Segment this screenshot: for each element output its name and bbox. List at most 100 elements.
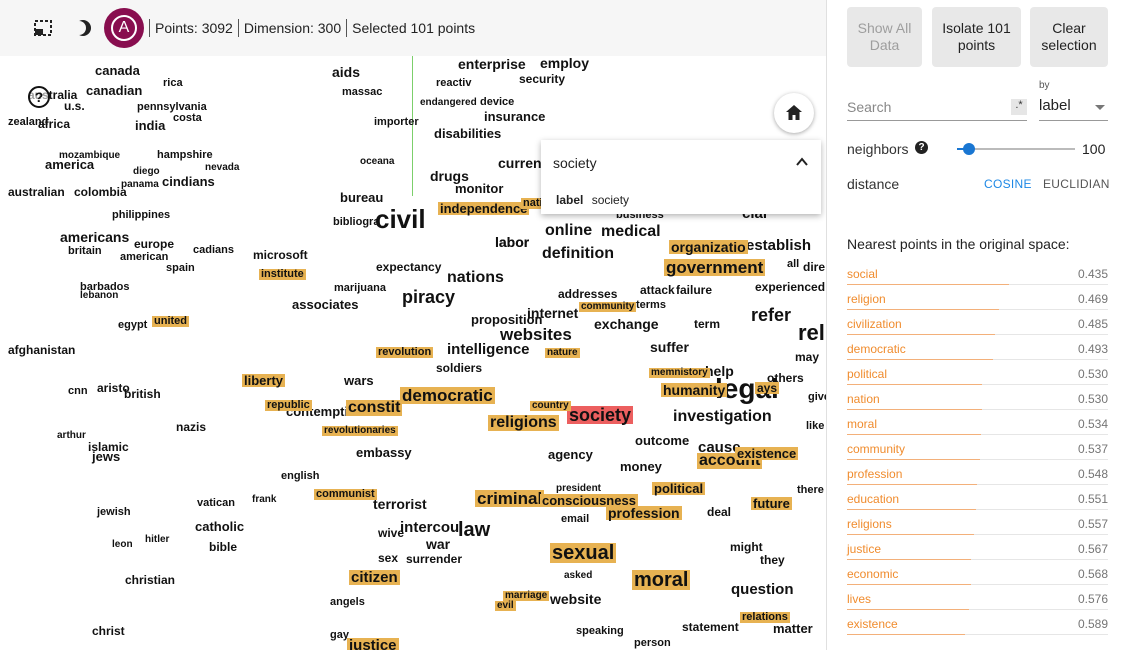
point-label[interactable]: aids: [332, 65, 360, 79]
point-label[interactable]: reactiv: [436, 78, 471, 89]
point-label[interactable]: religions: [488, 415, 559, 431]
point-label[interactable]: law: [458, 520, 490, 540]
point-label[interactable]: labor: [495, 235, 529, 249]
point-label[interactable]: soldiers: [436, 362, 482, 374]
point-label[interactable]: outcome: [635, 434, 689, 447]
point-label[interactable]: americans: [60, 230, 129, 244]
point-label[interactable]: bureau: [340, 191, 383, 204]
point-label[interactable]: american: [120, 252, 168, 263]
point-label[interactable]: leon: [112, 540, 133, 550]
point-label[interactable]: cadians: [193, 245, 234, 256]
search-suggestion[interactable]: label society: [556, 193, 629, 207]
point-label[interactable]: intercou: [400, 520, 459, 535]
nearest-point-row[interactable]: civilization 0.485: [847, 313, 1108, 338]
point-label[interactable]: exchange: [594, 317, 659, 331]
point-label[interactable]: there: [797, 485, 824, 496]
point-label[interactable]: wars: [344, 374, 374, 387]
nearest-point-row[interactable]: existence 0.589: [847, 613, 1108, 638]
point-label[interactable]: philippines: [112, 210, 170, 221]
nearest-point-label[interactable]: civilization: [847, 317, 902, 331]
point-label[interactable]: america: [45, 158, 94, 171]
point-label[interactable]: establish: [746, 238, 811, 253]
slider-thumb[interactable]: [963, 143, 975, 155]
point-label[interactable]: expectancy: [376, 261, 441, 273]
point-label[interactable]: rica: [163, 78, 183, 89]
point-label[interactable]: colombia: [74, 186, 127, 198]
point-label[interactable]: employ: [540, 56, 589, 70]
point-label[interactable]: term: [694, 318, 720, 330]
point-label[interactable]: independence: [438, 202, 530, 215]
point-label[interactable]: diego: [133, 167, 160, 177]
clear-selection-button[interactable]: Clear selection: [1030, 7, 1108, 67]
point-label[interactable]: catholic: [195, 520, 244, 533]
nearest-point-label[interactable]: nation: [847, 392, 880, 406]
point-label[interactable]: christ: [92, 625, 125, 637]
point-label[interactable]: constit: [346, 400, 403, 416]
nearest-point-row[interactable]: religion 0.469: [847, 288, 1108, 313]
point-label[interactable]: criminal: [475, 490, 545, 507]
point-label[interactable]: justice: [347, 638, 399, 650]
point-label[interactable]: communist: [314, 489, 377, 500]
nearest-point-label[interactable]: community: [847, 442, 905, 456]
point-label[interactable]: jews: [92, 450, 120, 463]
nearest-point-label[interactable]: political: [847, 367, 887, 381]
point-label[interactable]: political: [652, 482, 706, 495]
label-by-select[interactable]: label: [1039, 97, 1108, 121]
nearest-point-row[interactable]: community 0.537: [847, 438, 1108, 463]
point-label[interactable]: consciousness: [540, 494, 638, 507]
point-label[interactable]: embassy: [356, 446, 412, 459]
label-toggle-button[interactable]: A: [104, 8, 144, 48]
distance-euclidean-option[interactable]: EUCLIDIAN: [1043, 177, 1110, 191]
nearest-point-label[interactable]: religion: [847, 292, 886, 306]
nearest-point-label[interactable]: social: [847, 267, 878, 281]
point-label[interactable]: profession: [606, 506, 682, 520]
point-label[interactable]: existence: [735, 447, 799, 460]
point-label[interactable]: deal: [707, 506, 731, 518]
point-label[interactable]: institute: [259, 269, 306, 280]
point-label[interactable]: associates: [292, 298, 359, 311]
point-label[interactable]: hitler: [145, 535, 169, 545]
point-label[interactable]: might: [730, 541, 763, 553]
point-label[interactable]: war: [426, 537, 450, 551]
projection-canvas[interactable]: canada aids enterprise employ rica canadian re…: [0, 56, 826, 650]
chevron-up-icon[interactable]: [795, 155, 809, 174]
point-label[interactable]: reli: [798, 322, 826, 344]
nearest-point-label[interactable]: religions: [847, 517, 892, 531]
help-icon[interactable]: ?: [28, 86, 50, 108]
selected-point-label[interactable]: society: [567, 406, 634, 424]
point-label[interactable]: angels: [330, 597, 365, 608]
point-label[interactable]: speaking: [576, 626, 624, 637]
point-label[interactable]: canadian: [86, 84, 142, 97]
point-label[interactable]: humanity: [661, 383, 728, 397]
nearest-point-label[interactable]: economic: [847, 567, 898, 581]
point-label[interactable]: question: [731, 582, 794, 597]
point-label[interactable]: terrorist: [373, 497, 427, 511]
point-label[interactable]: nazis: [176, 421, 206, 433]
point-label[interactable]: nature: [545, 348, 580, 358]
distance-cosine-option[interactable]: COSINE: [984, 177, 1032, 191]
point-label[interactable]: spain: [166, 263, 195, 274]
nearest-point-row[interactable]: justice 0.567: [847, 538, 1108, 563]
nearest-point-row[interactable]: moral 0.534: [847, 413, 1108, 438]
home-icon[interactable]: [774, 93, 814, 133]
point-label[interactable]: united: [152, 316, 189, 327]
point-label[interactable]: suffer: [650, 340, 689, 354]
point-label[interactable]: enterprise: [458, 57, 526, 71]
point-label[interactable]: marijuana: [334, 283, 386, 294]
point-label[interactable]: importer: [374, 117, 419, 128]
point-label[interactable]: british: [124, 388, 161, 400]
help-icon[interactable]: ?: [915, 141, 928, 154]
point-label[interactable]: online: [545, 223, 592, 239]
point-label[interactable]: afghanistan: [8, 344, 75, 356]
nearest-point-row[interactable]: religions 0.557: [847, 513, 1108, 538]
point-label[interactable]: asked: [564, 571, 592, 581]
point-label[interactable]: experienced: [755, 281, 825, 293]
neighbors-slider[interactable]: [957, 141, 1075, 157]
point-label[interactable]: africa: [38, 118, 70, 130]
point-label[interactable]: massac: [342, 87, 382, 98]
nearest-point-label[interactable]: lives: [847, 592, 871, 606]
nearest-point-label[interactable]: democratic: [847, 342, 906, 356]
point-label[interactable]: may: [795, 351, 819, 363]
point-label[interactable]: sex: [378, 552, 398, 564]
point-label[interactable]: costa: [173, 113, 202, 124]
